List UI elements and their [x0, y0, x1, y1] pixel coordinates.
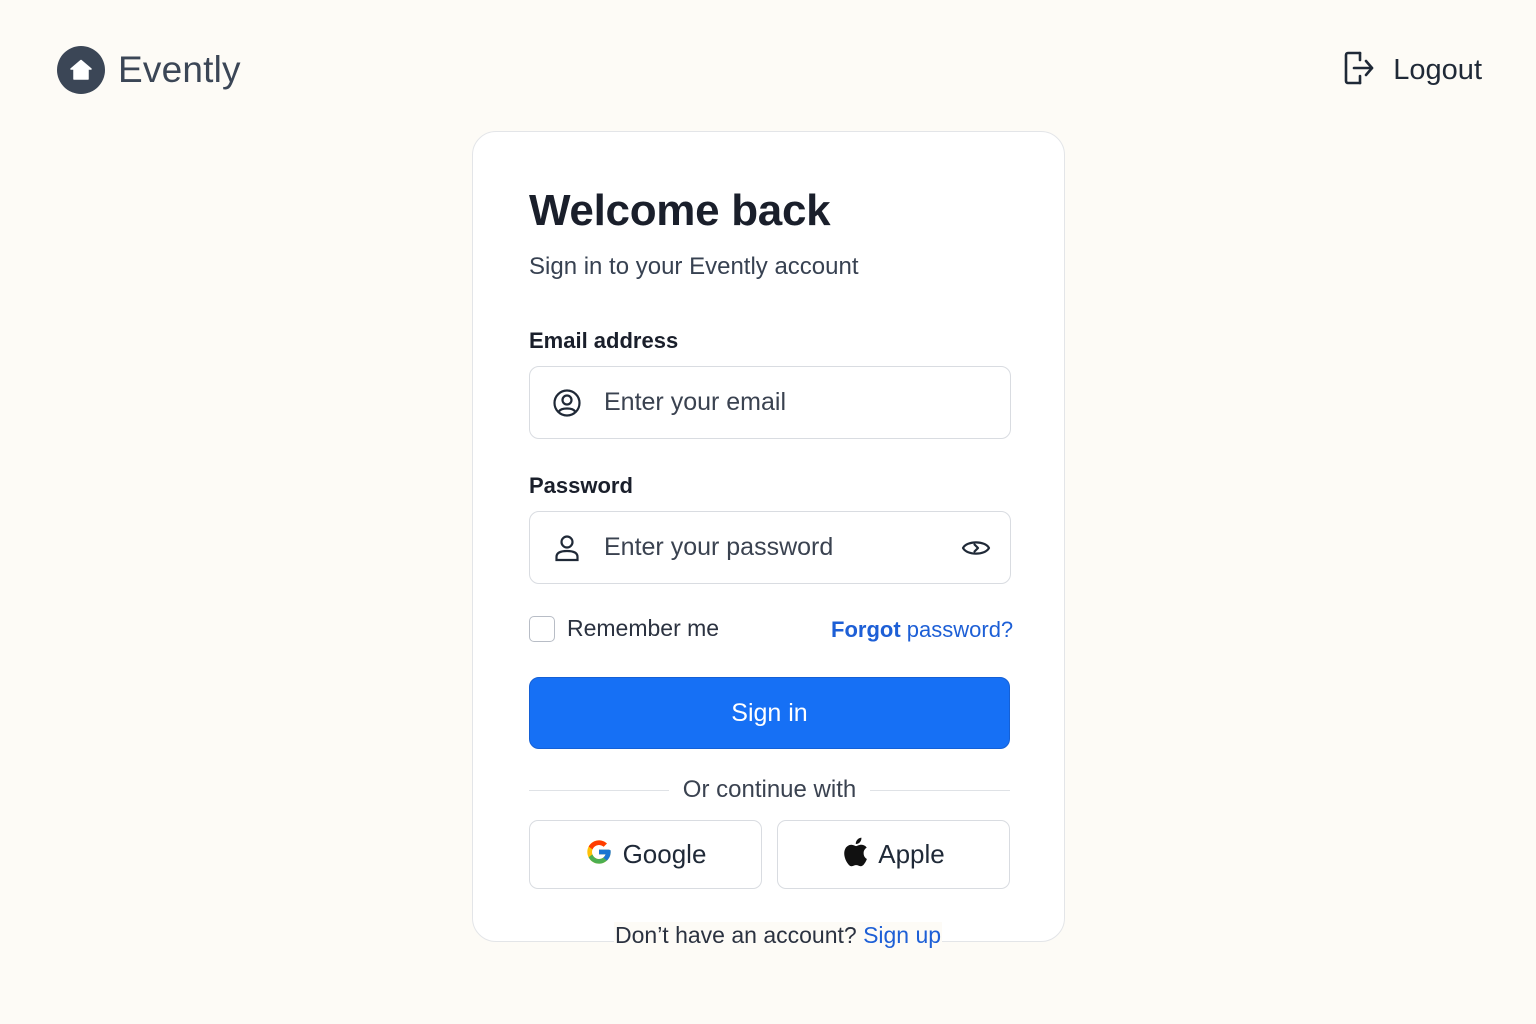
- divider-text: Or continue with: [682, 776, 857, 803]
- google-label: Google: [622, 839, 707, 869]
- user-icon: [552, 533, 582, 563]
- password-field[interactable]: [529, 511, 1011, 584]
- email-input[interactable]: [604, 367, 1010, 438]
- login-card: Welcome back Sign in to your Evently acc…: [472, 131, 1065, 942]
- eye-icon[interactable]: [960, 532, 992, 564]
- email-field[interactable]: [529, 366, 1011, 439]
- forgot-password-link[interactable]: Forgot password?: [831, 617, 1013, 643]
- login-page: Evently Logout Welcome back Sign in to y…: [0, 0, 1536, 1024]
- password-label: Password: [529, 473, 633, 498]
- forgot-password-strong: Forgot: [831, 617, 901, 642]
- google-button[interactable]: Google: [529, 820, 762, 889]
- apple-icon: [842, 837, 868, 872]
- signup-prompt: Don’t have an account? Sign up: [614, 922, 943, 949]
- sign-in-button[interactable]: Sign in: [529, 677, 1010, 749]
- brand-name: Evently: [118, 49, 241, 90]
- remember-me-checkbox[interactable]: [529, 615, 555, 642]
- page-subtitle: Sign in to your Evently account: [529, 253, 859, 280]
- divider: Or continue with: [529, 773, 1011, 807]
- apple-button[interactable]: Apple: [777, 820, 1010, 889]
- home-icon: [57, 46, 105, 94]
- logout-button[interactable]: Logout: [1343, 50, 1482, 91]
- brand[interactable]: Evently: [57, 46, 241, 94]
- remember-me-label: Remember me: [567, 615, 720, 641]
- divider-line-right: [870, 789, 1011, 791]
- sign-up-link[interactable]: Sign up: [863, 922, 941, 948]
- google-icon: [585, 838, 613, 871]
- page-title: Welcome back: [529, 186, 831, 235]
- signup-prompt-text: Don’t have an account?: [615, 922, 864, 948]
- apple-label: Apple: [878, 839, 945, 869]
- user-circle-icon: [552, 388, 582, 418]
- password-input[interactable]: [604, 512, 960, 583]
- logout-label: Logout: [1393, 54, 1482, 86]
- divider-line-left: [529, 789, 669, 791]
- forgot-password-rest: password?: [900, 617, 1014, 642]
- email-label: Email address: [529, 328, 679, 353]
- remember-me[interactable]: Remember me: [529, 615, 719, 642]
- logout-icon: [1343, 50, 1375, 91]
